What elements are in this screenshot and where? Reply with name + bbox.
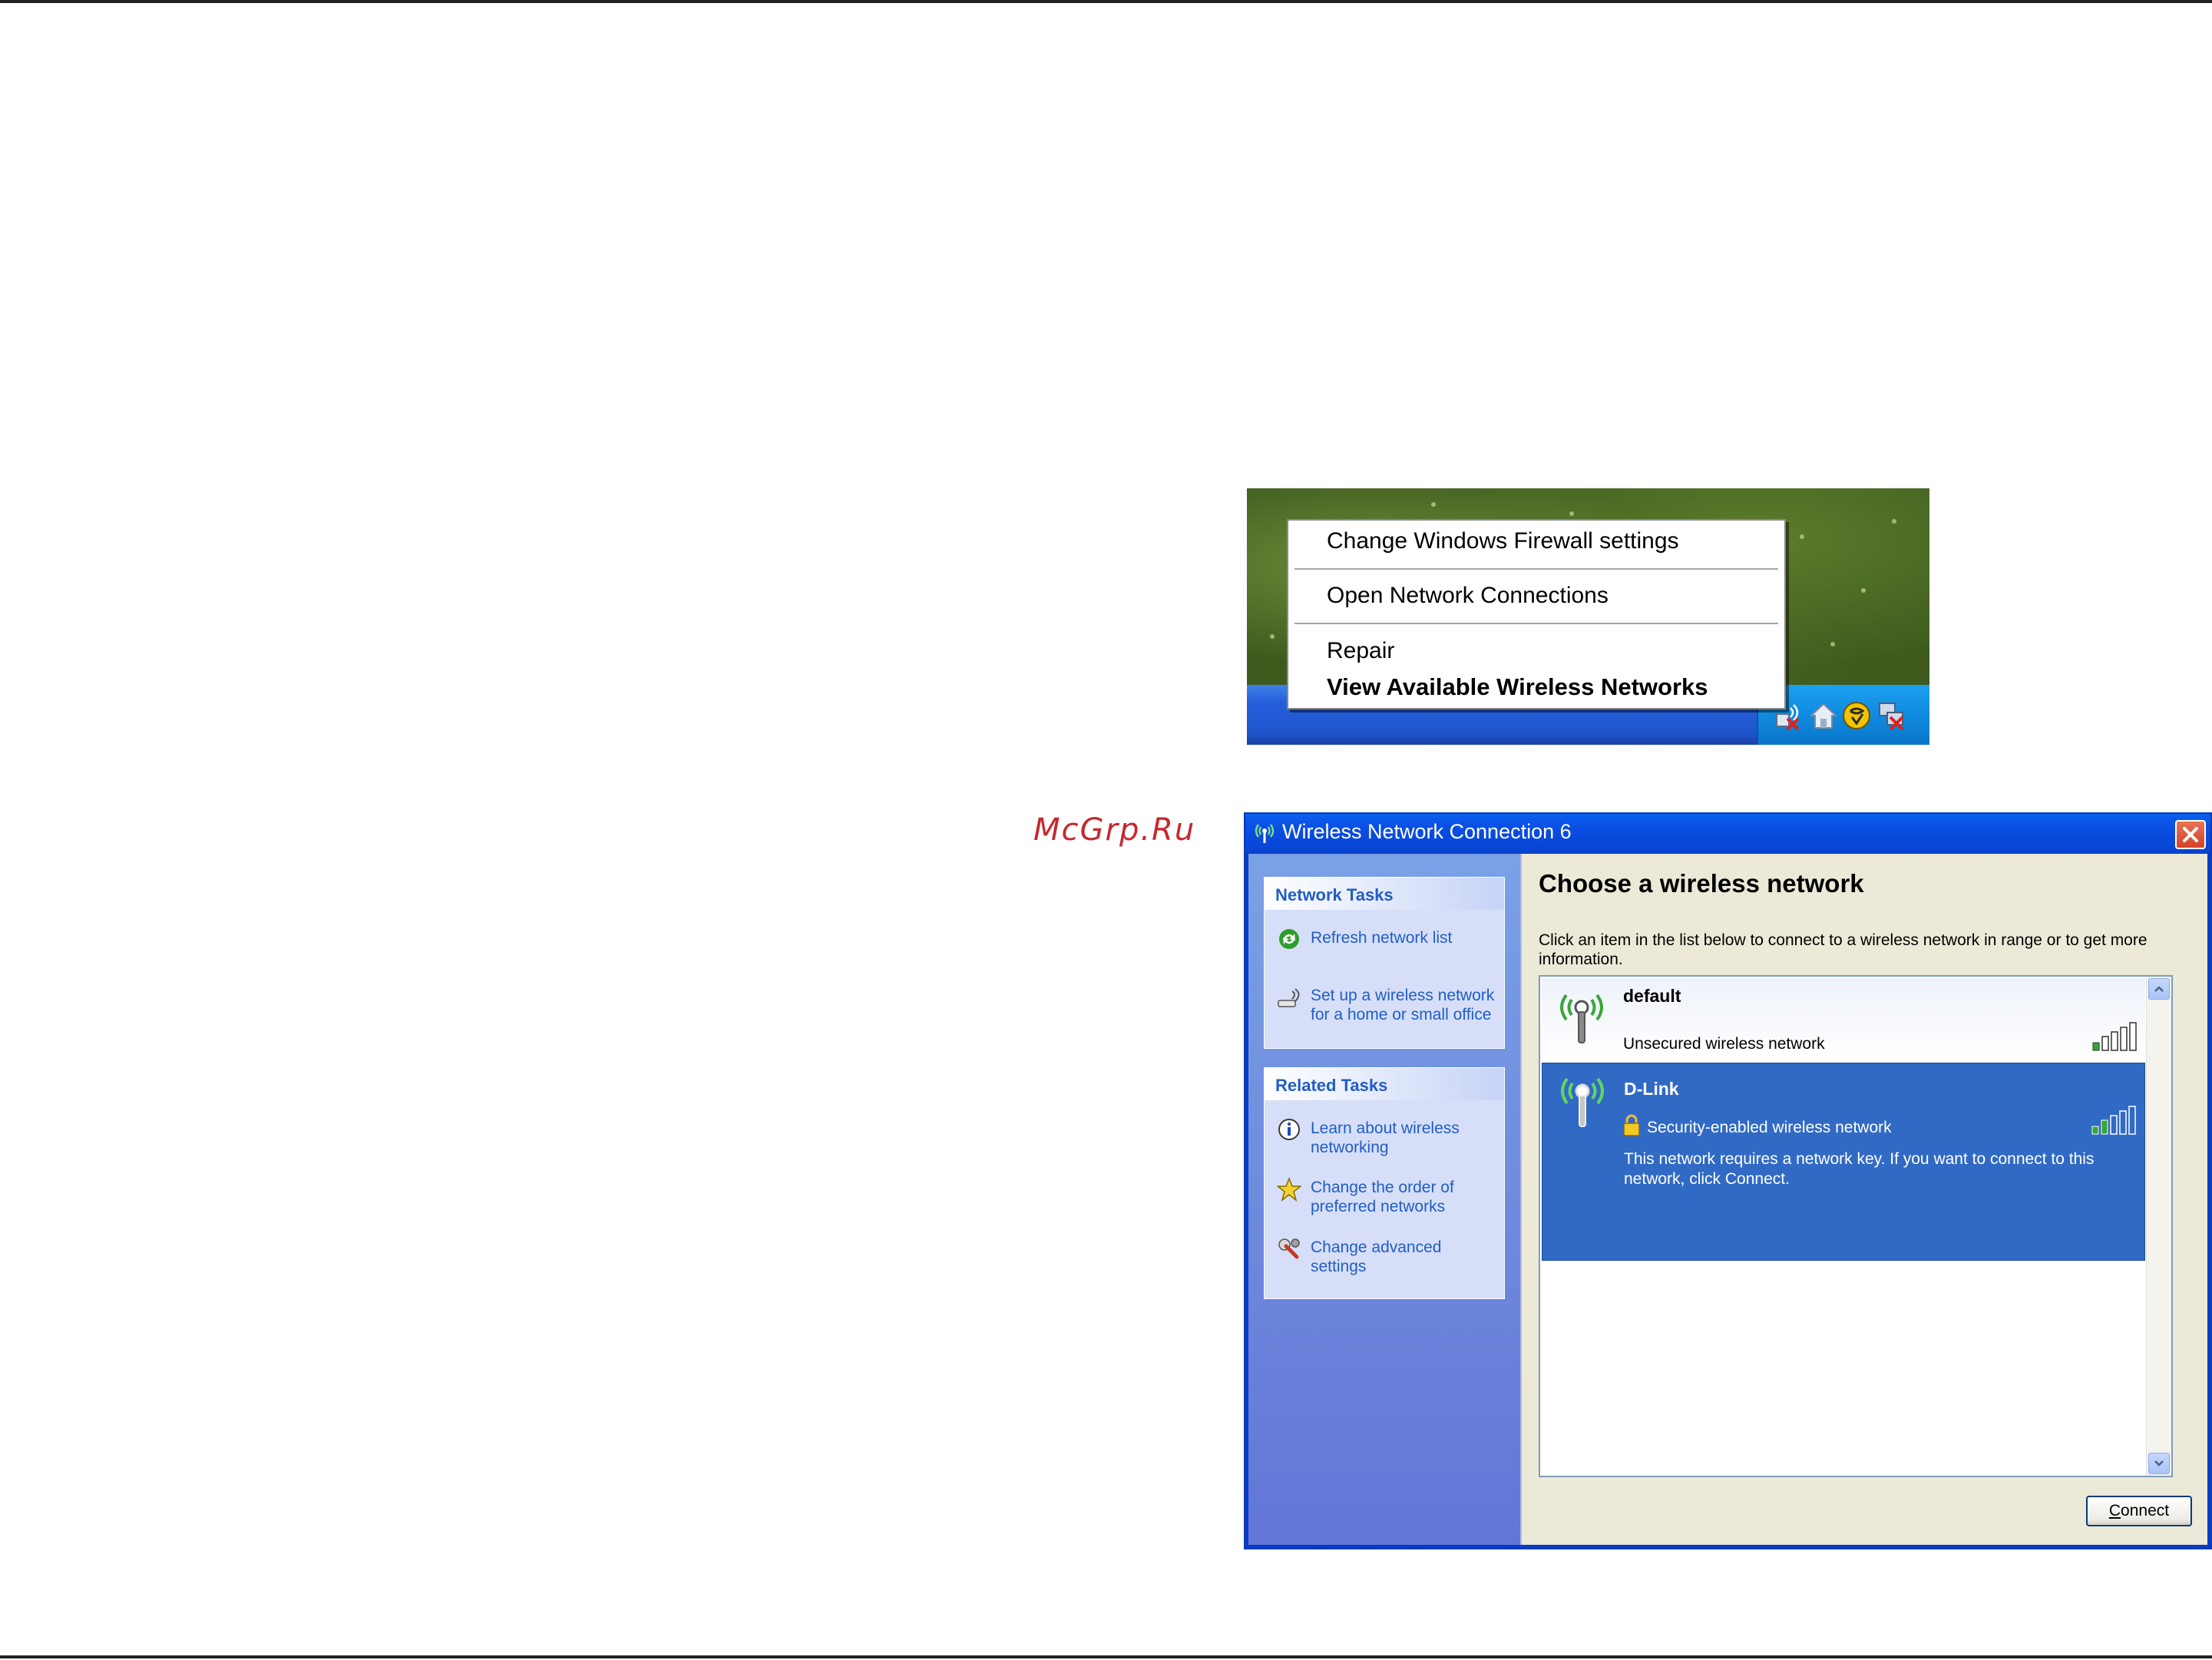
- connect-accelerator: C: [2108, 1502, 2121, 1519]
- scroll-down-button[interactable]: [2148, 1453, 2170, 1474]
- network-tasks-heading: Network Tasks: [1265, 878, 1504, 910]
- wireless-network-dialog: Wireless Network Connection 6 Network Ta…: [1244, 812, 2212, 1549]
- wireless-network-list[interactable]: default Unsecured wireless network D-Lin…: [1539, 975, 2173, 1477]
- scroll-up-button[interactable]: [2148, 978, 2170, 1000]
- bottom-page-rule: [0, 1655, 2212, 1658]
- signal-strength-icon: [2091, 1106, 2136, 1135]
- menu-item-change-firewall-settings[interactable]: Change Windows Firewall settings: [1327, 528, 1679, 554]
- close-button[interactable]: [2175, 820, 2206, 849]
- network-tasks-box: Network Tasks Refresh network list Set u…: [1264, 877, 1505, 1049]
- wrench-icon: [1278, 1238, 1300, 1259]
- instructions-text: Click an item in the list below to conne…: [1539, 931, 2148, 968]
- setup-wireless-network-link[interactable]: Set up a wireless network for a home or …: [1311, 986, 1495, 1024]
- dialog-title-bar[interactable]: Wireless Network Connection 6: [1245, 814, 2210, 854]
- wireless-antenna-icon: [1560, 994, 1603, 1043]
- learn-about-wireless-link[interactable]: Learn about wireless networking: [1311, 1119, 1495, 1157]
- network-disconnected-icon[interactable]: [1876, 700, 1907, 731]
- lock-icon: [1623, 1114, 1640, 1136]
- watermark-text: McGrp.Ru: [1033, 812, 1196, 848]
- signal-strength-icon: [2092, 1022, 2137, 1051]
- change-advanced-settings-link[interactable]: Change advanced settings: [1311, 1238, 1495, 1276]
- dialog-body: Network Tasks Refresh network list Set u…: [1248, 854, 2207, 1545]
- related-tasks-box: Related Tasks Learn about wireless netwo…: [1264, 1067, 1505, 1299]
- home-network-icon[interactable]: [1808, 700, 1839, 731]
- menu-item-open-network-connections[interactable]: Open Network Connections: [1327, 583, 1609, 609]
- refresh-network-list-link[interactable]: Refresh network list: [1311, 928, 1495, 947]
- page-title: Choose a wireless network: [1539, 869, 1864, 898]
- network-name: default: [1623, 986, 1681, 1006]
- top-page-rule: [0, 0, 2212, 3]
- menu-item-view-available-wireless-networks[interactable]: View Available Wireless Networks: [1327, 673, 1708, 701]
- connect-button[interactable]: Connect: [2086, 1496, 2192, 1526]
- menu-item-repair[interactable]: Repair: [1327, 638, 1394, 664]
- tray-context-menu-screenshot: Change Windows Firewall settings Open Ne…: [1247, 488, 1929, 745]
- network-status: Unsecured wireless network: [1623, 1035, 1825, 1053]
- network-item-default[interactable]: default Unsecured wireless network: [1542, 978, 2145, 1060]
- related-tasks-heading: Related Tasks: [1265, 1068, 1504, 1100]
- menu-separator: [1294, 568, 1778, 570]
- chevron-down-icon: [2154, 1460, 2164, 1467]
- close-icon: [2183, 827, 2198, 842]
- info-icon: [1278, 1119, 1300, 1140]
- connect-label: onnect: [2121, 1502, 2170, 1519]
- refresh-icon: [1279, 929, 1299, 949]
- network-status: Security-enabled wireless network: [1647, 1119, 1892, 1136]
- network-detail: This network requires a network key. If …: [1624, 1150, 2095, 1188]
- list-scrollbar[interactable]: [2146, 977, 2171, 1476]
- task-pane: Network Tasks Refresh network list Set u…: [1248, 854, 1520, 1545]
- network-list-pane: Choose a wireless network Click an item …: [1520, 854, 2207, 1545]
- star-icon: [1277, 1177, 1301, 1202]
- context-menu: Change Windows Firewall settings Open Ne…: [1287, 519, 1786, 709]
- setup-wireless-icon: [1278, 988, 1300, 1007]
- chevron-up-icon: [2154, 986, 2164, 992]
- menu-separator: [1294, 623, 1778, 624]
- change-preferred-order-link[interactable]: Change the order of preferred networks: [1311, 1178, 1495, 1216]
- network-name: D-Link: [1624, 1079, 1679, 1099]
- wireless-antenna-icon: [1561, 1077, 1604, 1127]
- security-center-icon[interactable]: [1841, 700, 1872, 731]
- network-item-d-link[interactable]: D-Link Security-enabled wireless network…: [1542, 1063, 2145, 1261]
- wireless-antenna-icon: [1255, 824, 1275, 843]
- dialog-title: Wireless Network Connection 6: [1282, 820, 1572, 843]
